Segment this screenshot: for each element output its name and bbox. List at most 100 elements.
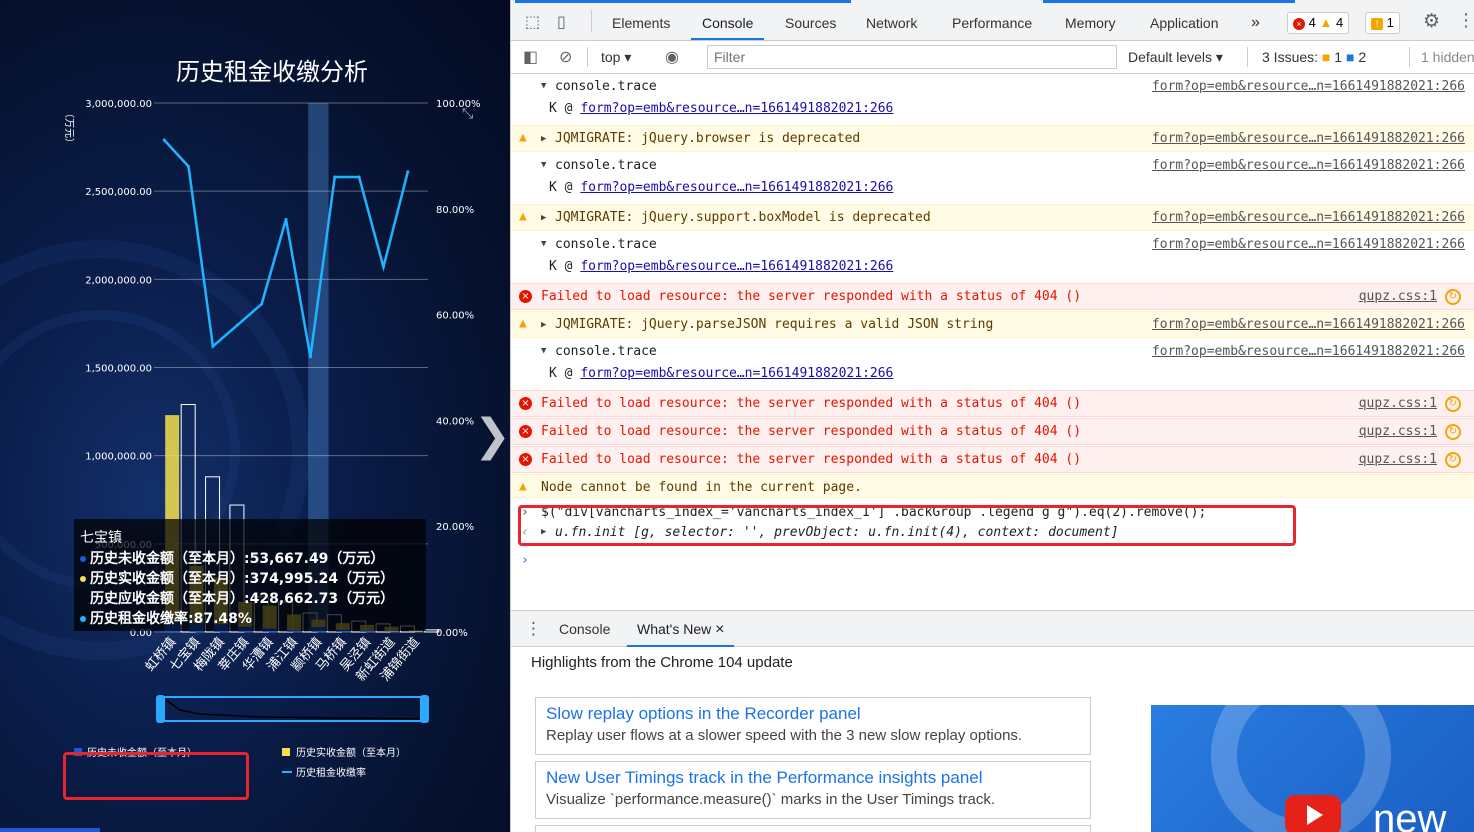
- stack-frame-link[interactable]: form?op=emb&resource…n=1661491882021:266: [580, 366, 893, 381]
- message-text: JQMIGRATE: jQuery.browser is deprecated: [555, 131, 861, 146]
- tab-elements[interactable]: Elements: [612, 8, 670, 40]
- card-title[interactable]: New User Timings track in the Performanc…: [546, 768, 1080, 788]
- console-message[interactable]: ▼ console.trace form?op=emb&resource…n=166…: [511, 153, 1474, 176]
- network-request-icon[interactable]: ↻: [1445, 289, 1461, 305]
- source-link[interactable]: qupz.css:1: [1359, 289, 1437, 304]
- bar-unpaid[interactable]: [360, 630, 375, 632]
- source-link[interactable]: form?op=emb&resource…n=1661491882021:266: [1152, 317, 1465, 332]
- console-warning[interactable]: ▲ ▶ JQMIGRATE: jQuery.support.boxModel is …: [511, 204, 1474, 231]
- bar-unpaid[interactable]: [384, 631, 399, 632]
- range-slider-left-handle[interactable]: [156, 695, 165, 723]
- stack-frame-link[interactable]: form?op=emb&resource…n=1661491882021:266: [580, 101, 893, 116]
- rate-point[interactable]: [333, 175, 337, 179]
- rate-point[interactable]: [187, 164, 191, 168]
- rate-point[interactable]: [211, 344, 215, 348]
- console-error[interactable]: × Failed to load resource: the server res…: [511, 390, 1474, 417]
- range-slider[interactable]: [156, 695, 429, 723]
- source-link[interactable]: form?op=emb&resource…n=1661491882021:266: [1152, 344, 1465, 359]
- tab-network[interactable]: Network: [866, 8, 917, 40]
- tab-memory[interactable]: Memory: [1065, 8, 1116, 40]
- source-link[interactable]: form?op=emb&resource…n=1661491882021:266: [1152, 131, 1465, 146]
- tab-console[interactable]: Console: [691, 8, 765, 40]
- network-request-icon[interactable]: ↻: [1445, 396, 1461, 412]
- console-error[interactable]: × Failed to load resource: the server res…: [511, 418, 1474, 445]
- message-text: console.trace: [555, 158, 657, 173]
- issues-badge[interactable]: ! 1: [1365, 12, 1400, 34]
- source-link[interactable]: form?op=emb&resource…n=1661491882021:266: [1152, 79, 1465, 94]
- whats-new-card[interactable]: New User Timings track in the Performanc…: [535, 761, 1091, 819]
- console-message[interactable]: ▼ console.trace form?op=emb&resource…n=166…: [511, 74, 1474, 97]
- stack-frame-link[interactable]: form?op=emb&resource…n=1661491882021:266: [580, 259, 893, 274]
- stack-frame-link[interactable]: form?op=emb&resource…n=1661491882021:266: [580, 180, 893, 195]
- more-options-icon[interactable]: ⋮: [1457, 10, 1474, 31]
- device-toolbar-icon[interactable]: ▯: [557, 12, 566, 31]
- console-warning[interactable]: ▲ ▶ JQMIGRATE: jQuery.browser is deprecate…: [511, 125, 1474, 152]
- legend-label-rate[interactable]: 历史租金收缴率: [296, 766, 366, 779]
- context-selector[interactable]: top ▾: [601, 49, 631, 66]
- legend-label-paid[interactable]: 历史实收金额（至本月）: [296, 746, 406, 759]
- stack-function: K @: [549, 259, 581, 274]
- console-counts-badge[interactable]: × 4 ▲ 4: [1287, 12, 1350, 34]
- issues-counter[interactable]: 3 Issues: ■ 1 ■ 2: [1262, 49, 1366, 65]
- console-warning[interactable]: ▲ Node cannot be found in the current pag…: [511, 474, 1474, 498]
- clear-console-icon[interactable]: ⊘: [559, 47, 572, 66]
- source-link[interactable]: qupz.css:1: [1359, 396, 1437, 411]
- drawer-tab-whats-new[interactable]: What's New ×: [627, 614, 735, 647]
- expand-triangle-icon[interactable]: ▼: [541, 160, 546, 170]
- card-title[interactable]: Slow replay options in the Recorder pane…: [546, 704, 1080, 724]
- source-link[interactable]: qupz.css:1: [1359, 424, 1437, 439]
- rate-point[interactable]: [284, 217, 288, 221]
- drawer-menu-icon[interactable]: ⋮: [525, 619, 542, 639]
- rate-point[interactable]: [406, 170, 410, 174]
- devtools-drawer: ⋮ Console What's New × Highlights from t…: [511, 610, 1474, 832]
- whats-new-card[interactable]: Slow replay options in the Recorder pane…: [535, 697, 1091, 755]
- drawer-tab-console[interactable]: Console: [559, 614, 610, 646]
- live-expression-eye-icon[interactable]: ◉: [665, 47, 679, 66]
- expand-triangle-icon[interactable]: ▶: [541, 320, 546, 330]
- range-slider-right-handle[interactable]: [420, 695, 429, 723]
- console-message[interactable]: ▼ console.trace form?op=emb&resource…n=166…: [511, 232, 1474, 255]
- log-levels-dropdown[interactable]: Default levels ▾: [1128, 49, 1223, 66]
- rate-point[interactable]: [357, 175, 361, 179]
- console-input[interactable]: ›: [511, 553, 1474, 577]
- rate-point[interactable]: [162, 138, 166, 142]
- video-thumbnail[interactable]: new: [1151, 705, 1474, 832]
- y2-tick-label: 100.00%: [436, 99, 481, 110]
- source-link[interactable]: form?op=emb&resource…n=1661491882021:266: [1152, 158, 1465, 173]
- message-text: Node cannot be found in the current page…: [541, 480, 862, 495]
- tab-sources[interactable]: Sources: [785, 8, 836, 40]
- rate-point[interactable]: [260, 302, 264, 306]
- play-button[interactable]: [1285, 795, 1341, 832]
- expand-triangle-icon[interactable]: ▼: [541, 346, 546, 356]
- y2-tick-label: 60.00%: [436, 311, 474, 322]
- inspect-element-icon[interactable]: ⬚: [525, 12, 540, 31]
- expand-triangle-icon[interactable]: ▼: [541, 239, 546, 249]
- whats-new-card[interactable]: [535, 825, 1091, 832]
- close-tab-icon[interactable]: ×: [715, 621, 724, 638]
- y-tick-label: 1,500,000.00: [85, 364, 152, 375]
- expand-triangle-icon[interactable]: ▶: [541, 134, 546, 144]
- console-message[interactable]: ▼ console.trace form?op=emb&resource…n=166…: [511, 339, 1474, 362]
- expand-triangle-icon[interactable]: ▼: [541, 81, 546, 91]
- source-link[interactable]: qupz.css:1: [1359, 452, 1437, 467]
- tab-application[interactable]: Application: [1150, 8, 1219, 40]
- settings-gear-icon[interactable]: ⚙: [1423, 10, 1440, 32]
- sidebar-toggle-icon[interactable]: ◧: [523, 47, 538, 66]
- source-link[interactable]: form?op=emb&resource…n=1661491882021:266: [1152, 210, 1465, 225]
- next-arrow-icon[interactable]: ❯: [474, 410, 510, 461]
- more-tabs-button[interactable]: »: [1251, 8, 1260, 40]
- console-warning[interactable]: ▲ ▶ JQMIGRATE: jQuery.parseJSON requires a…: [511, 311, 1474, 338]
- rate-point[interactable]: [308, 355, 312, 359]
- rate-point[interactable]: [235, 323, 239, 327]
- tab-performance[interactable]: Performance: [952, 8, 1032, 40]
- console-error[interactable]: × Failed to load resource: the server res…: [511, 283, 1474, 310]
- expand-icon[interactable]: ⤡: [462, 106, 473, 122]
- error-icon: ×: [519, 397, 532, 410]
- network-request-icon[interactable]: ↻: [1445, 424, 1461, 440]
- rate-point[interactable]: [381, 265, 385, 269]
- expand-triangle-icon[interactable]: ▶: [541, 213, 546, 223]
- filter-input[interactable]: [707, 45, 1117, 69]
- console-error[interactable]: × Failed to load resource: the server res…: [511, 446, 1474, 473]
- source-link[interactable]: form?op=emb&resource…n=1661491882021:266: [1152, 237, 1465, 252]
- network-request-icon[interactable]: ↻: [1445, 452, 1461, 468]
